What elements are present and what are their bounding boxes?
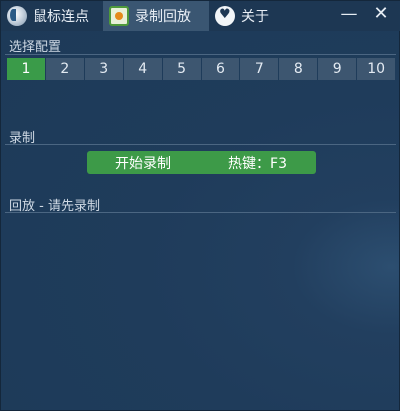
config-section-title: 选择配置 xyxy=(9,40,62,55)
tab-record-playback[interactable]: 录制回放 xyxy=(103,1,209,31)
app-window: 鼠标连点 录制回放 关于 — ✕ 选择配置 1 2 3 4 5 6 7 8 9 … xyxy=(0,0,400,411)
minimize-icon: — xyxy=(340,4,358,24)
config-option[interactable]: 3 xyxy=(84,58,123,80)
config-option[interactable]: 6 xyxy=(201,58,240,80)
config-selector: 1 2 3 4 5 6 7 8 9 10 xyxy=(7,58,396,80)
config-divider xyxy=(5,54,396,55)
config-option[interactable]: 2 xyxy=(45,58,84,80)
tab-label: 鼠标连点 xyxy=(33,9,89,25)
minimize-button[interactable]: — xyxy=(337,1,361,29)
record-icon xyxy=(109,6,129,26)
config-option[interactable]: 10 xyxy=(357,58,396,80)
start-record-button[interactable]: 开始录制 热键：F3 xyxy=(87,151,316,174)
mouse-icon xyxy=(7,6,27,26)
tab-about[interactable]: 关于 xyxy=(209,1,289,31)
hotkey-label: 热键：F3 xyxy=(228,155,287,172)
start-record-label: 开始录制 xyxy=(115,155,171,172)
title-bar: 鼠标连点 录制回放 关于 — ✕ xyxy=(1,1,400,31)
config-option[interactable]: 7 xyxy=(240,58,279,80)
tab-mouse-clicker[interactable]: 鼠标连点 xyxy=(1,1,103,31)
tab-label: 关于 xyxy=(241,9,269,25)
config-option[interactable]: 8 xyxy=(279,58,318,80)
tab-label: 录制回放 xyxy=(135,9,191,25)
close-button[interactable]: ✕ xyxy=(369,1,393,29)
config-option[interactable]: 9 xyxy=(318,58,357,80)
close-icon: ✕ xyxy=(373,3,389,24)
record-divider xyxy=(5,144,396,145)
config-option[interactable]: 5 xyxy=(162,58,201,80)
chat-heart-icon xyxy=(215,6,235,26)
config-option[interactable]: 4 xyxy=(123,58,162,80)
config-option[interactable]: 1 xyxy=(7,58,45,80)
playback-divider xyxy=(5,212,396,213)
